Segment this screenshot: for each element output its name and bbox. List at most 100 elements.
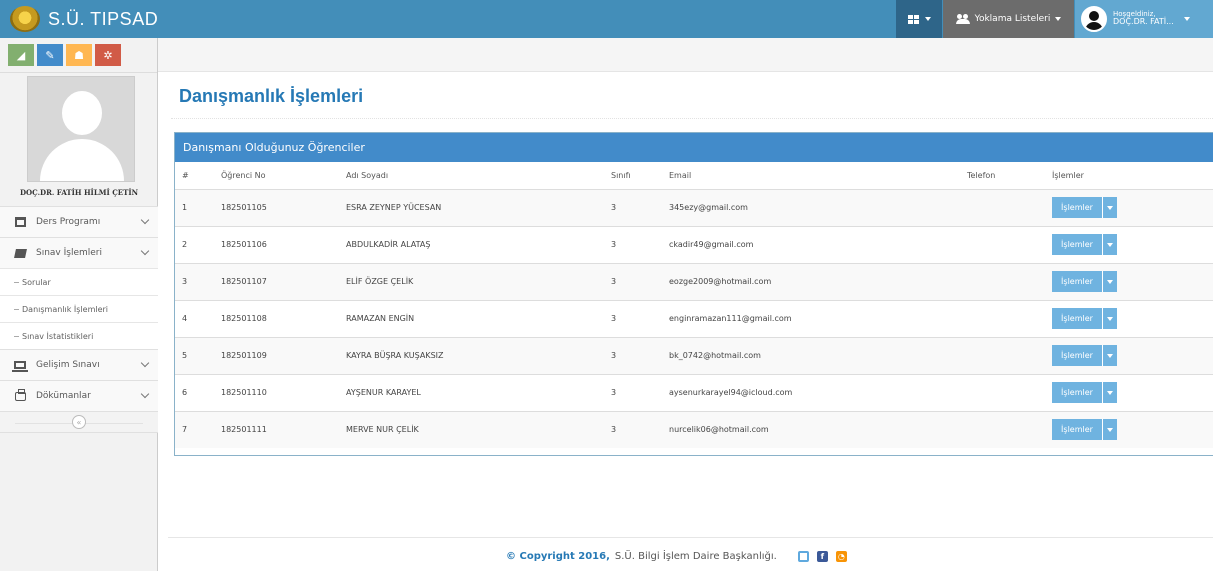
student-phone (960, 225, 1045, 263)
student-email: ckadir49@gmail.com (662, 225, 960, 263)
actions-toggle[interactable] (1103, 308, 1117, 329)
actions-button[interactable]: İşlemler (1052, 382, 1103, 403)
actions-toggle[interactable] (1103, 271, 1117, 292)
student-email: 345ezy@gmail.com (662, 188, 960, 226)
actions-toggle[interactable] (1103, 197, 1117, 218)
brand[interactable]: S.Ü. TIPSAD (10, 6, 158, 32)
caret-down-icon (1107, 316, 1113, 321)
breadcrumbs-bar (158, 38, 1213, 72)
student-name: ELİF ÖZGE ÇELİK (339, 262, 611, 300)
student-class: 3 (611, 225, 662, 263)
caret-down-icon (1055, 17, 1062, 21)
twitter-icon[interactable] (797, 551, 809, 562)
cogs-icon: ✲ (103, 48, 113, 62)
actions-button[interactable]: İşlemler (1052, 271, 1103, 292)
actions-toggle[interactable] (1103, 419, 1117, 441)
calendar-icon (14, 217, 26, 227)
student-class: 3 (611, 336, 662, 374)
sidebar-subitem-label: Danışmanlık İşlemleri (22, 304, 109, 314)
page-title: Danışmanlık İşlemleri (179, 86, 364, 106)
shortcut-edit-button[interactable]: ✎ (37, 44, 63, 66)
sidebar: ◢ ✎ ☗ ✲ DOÇ.DR. FATİH HİLMİ ÇETİN Ders P… (0, 38, 158, 571)
caret-down-icon (1107, 353, 1113, 358)
rss-icon[interactable]: ◔ (835, 551, 847, 562)
user-menu-button[interactable]: Hoşgeldiniz, DOÇ.DR. FATİ... (1075, 0, 1213, 38)
student-class: 3 (611, 373, 662, 411)
actions-toggle[interactable] (1103, 234, 1117, 255)
sidebar-item-label: Ders Programı (36, 217, 101, 227)
double-chevron-left-icon: « (76, 417, 82, 427)
sidebar-subitem-sorular[interactable]: Sorular (0, 268, 158, 295)
student-class: 3 (611, 299, 662, 337)
book-icon (13, 248, 27, 258)
chevron-down-icon (140, 215, 150, 225)
actions-button[interactable]: İşlemler (1052, 419, 1103, 441)
profile-photo (27, 76, 135, 182)
column-header: Sınıfı (611, 162, 662, 190)
sidebar-shortcuts: ◢ ✎ ☗ ✲ (0, 38, 157, 73)
student-no: 182501105 (214, 188, 339, 226)
users-icon (955, 14, 970, 24)
apps-menu-button[interactable] (896, 0, 942, 38)
student-no: 182501107 (214, 262, 339, 300)
shortcut-settings-button[interactable]: ✲ (95, 44, 121, 66)
caret-down-icon (1107, 205, 1113, 210)
sidebar-collapse-bar: « (0, 411, 158, 433)
brand-title: S.Ü. TIPSAD (48, 8, 159, 29)
student-no: 182501106 (214, 225, 339, 263)
actions-toggle[interactable] (1103, 345, 1117, 366)
user-name: DOÇ.DR. FATİ... (1113, 17, 1174, 27)
student-class: 3 (611, 262, 662, 300)
column-header: İşlemler (1045, 162, 1213, 190)
sidebar-subitem-label: Sınav İstatistikleri (22, 331, 94, 341)
student-phone (960, 410, 1045, 448)
student-email: eozge2009@hotmail.com (662, 262, 960, 300)
shortcut-users-button[interactable]: ☗ (66, 44, 92, 66)
profile-name: DOÇ.DR. FATİH HİLMİ ÇETİN (19, 188, 138, 197)
row-index: 6 (175, 373, 214, 411)
table-row: 2 182501106 ABDULKADİR ALATAŞ 3 ckadir49… (175, 225, 1213, 263)
actions-button[interactable]: İşlemler (1052, 345, 1103, 366)
social-links: f ◔ (797, 551, 847, 562)
caret-down-icon (1107, 279, 1113, 284)
table-row: 5 182501109 KAYRA BÜŞRA KUŞAKSIZ 3 bk_07… (175, 336, 1213, 374)
row-index: 2 (175, 225, 214, 263)
sidebar-item-label: Dökümanlar (36, 391, 91, 401)
group-icon: ☗ (74, 48, 84, 62)
print-icon (14, 388, 26, 401)
actions-dropdown: İşlemler (1052, 197, 1117, 218)
footer-divider (168, 537, 1213, 538)
student-email: enginramazan111@gmail.com (662, 299, 960, 337)
actions-dropdown: İşlemler (1052, 271, 1117, 292)
caret-down-icon (1107, 242, 1113, 247)
chart-icon: ◢ (16, 48, 26, 62)
column-header: Email (662, 162, 960, 190)
sidebar-item-sinav-islemleri[interactable]: Sınav İşlemleri (0, 237, 158, 268)
row-index: 4 (175, 299, 214, 337)
university-logo-icon (10, 6, 40, 32)
student-name: ABDULKADİR ALATAŞ (339, 225, 611, 263)
student-name: RAMAZAN ENGİN (339, 299, 611, 337)
sidebar-item-ders-programi[interactable]: Ders Programı (0, 206, 158, 237)
sidebar-item-gelisim-sinavi[interactable]: Gelişim Sınavı (0, 349, 158, 380)
student-phone (960, 299, 1045, 337)
actions-button[interactable]: İşlemler (1052, 197, 1103, 218)
caret-down-icon (1107, 390, 1113, 395)
facebook-icon[interactable]: f (816, 551, 828, 562)
sidebar-collapse-button[interactable]: « (72, 415, 86, 429)
sidebar-menu: Ders Programı Sınav İşlemleri Sorular Da… (0, 206, 158, 433)
shortcut-stats-button[interactable]: ◢ (8, 44, 34, 66)
attendance-lists-button[interactable]: Yoklama Listeleri (943, 0, 1074, 38)
actions-button[interactable]: İşlemler (1052, 234, 1103, 255)
student-name: KAYRA BÜŞRA KUŞAKSIZ (339, 336, 611, 374)
actions-button[interactable]: İşlemler (1052, 308, 1103, 329)
chevron-down-icon (140, 246, 150, 256)
actions-toggle[interactable] (1103, 382, 1117, 403)
actions-dropdown: İşlemler (1052, 345, 1117, 366)
row-index: 1 (175, 188, 214, 226)
sidebar-item-dokumanlar[interactable]: Dökümanlar (0, 380, 158, 411)
sidebar-subitem-sinav-istatistikleri[interactable]: Sınav İstatistikleri (0, 322, 158, 349)
caret-down-icon (1183, 17, 1190, 21)
sidebar-subitem-danismanlik[interactable]: Danışmanlık İşlemleri (0, 295, 158, 322)
laptop-icon (12, 361, 28, 372)
